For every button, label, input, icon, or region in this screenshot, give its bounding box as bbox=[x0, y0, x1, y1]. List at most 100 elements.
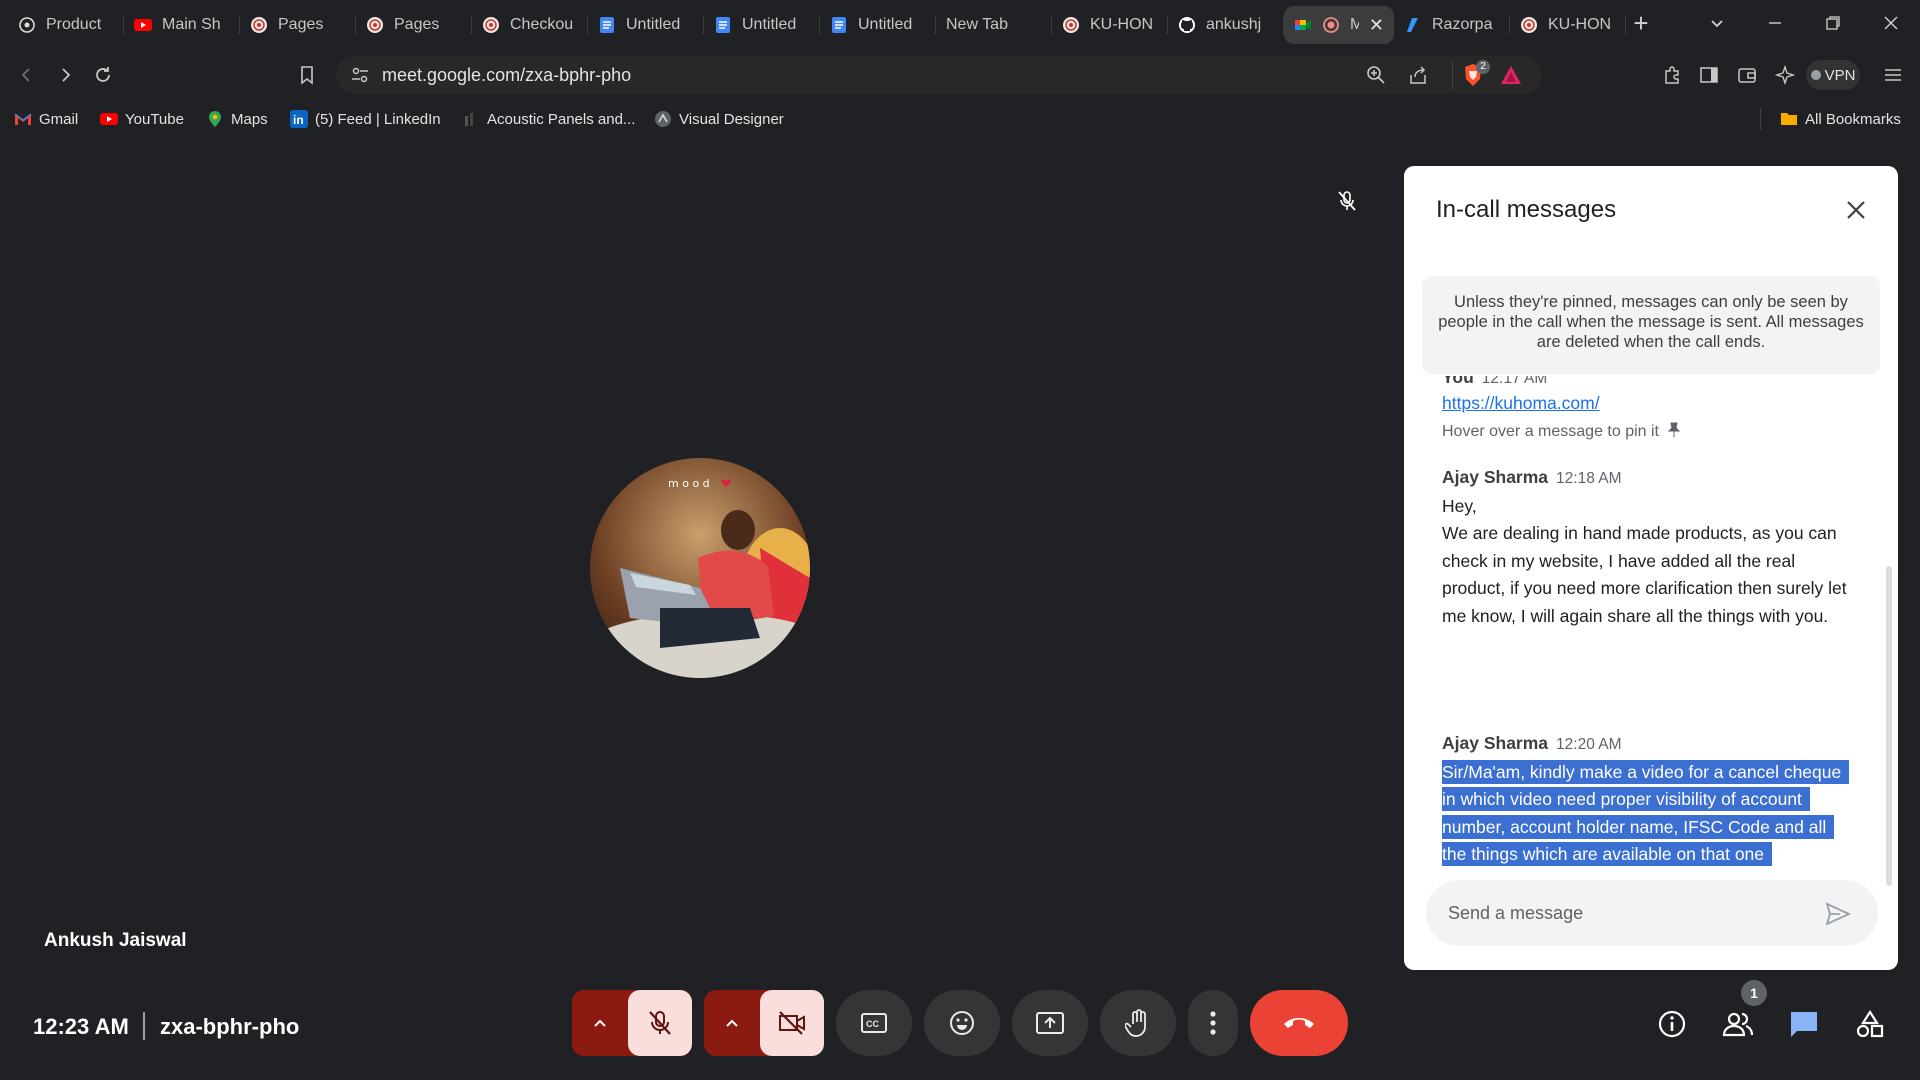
vpn-label: VPN bbox=[1824, 66, 1856, 84]
message-group: Ajay Sharma 12:18 AM Hey, We are dealing … bbox=[1442, 464, 1862, 630]
tab[interactable]: Pages bbox=[240, 6, 356, 44]
menu-button[interactable] bbox=[1880, 62, 1906, 88]
site-icon bbox=[655, 111, 671, 127]
bookmark-gmail[interactable]: Gmail bbox=[14, 109, 78, 129]
browser-tab-strip: Product Main Sh Pages Pages Checkou Untitled U… bbox=[0, 0, 1920, 50]
in-call-messages-panel: In-call messages Unless they're pinned, … bbox=[1404, 166, 1898, 970]
tab[interactable]: Main Sh bbox=[124, 6, 240, 44]
bookmark-acoustic-panels[interactable]: Acoustic Panels and... bbox=[462, 109, 635, 129]
info-icon bbox=[1658, 1010, 1686, 1038]
message-text-selected: Sir/Ma'am, kindly make a video for a can… bbox=[1442, 759, 1850, 866]
present-screen-button[interactable] bbox=[1012, 990, 1088, 1056]
pin-hint-row: Hover over a message to pin it bbox=[1442, 417, 1862, 446]
microphone-toggle-button[interactable] bbox=[628, 990, 692, 1056]
bookmark-youtube[interactable]: YouTube bbox=[100, 109, 184, 129]
tab[interactable]: KU-HON bbox=[1510, 6, 1626, 44]
razorpay-icon bbox=[1407, 18, 1418, 32]
activities-button[interactable] bbox=[1850, 1004, 1890, 1044]
muted-mic-icon bbox=[1338, 191, 1356, 211]
send-icon[interactable] bbox=[1824, 900, 1852, 928]
sidebar-button[interactable] bbox=[1696, 62, 1722, 88]
reactions-button[interactable] bbox=[924, 990, 1000, 1056]
site-settings-icon[interactable] bbox=[350, 65, 370, 85]
bookmark-maps[interactable]: Maps bbox=[206, 109, 268, 129]
brave-rewards-icon[interactable] bbox=[1500, 65, 1522, 85]
tab[interactable]: Untitled bbox=[588, 6, 704, 44]
tab[interactable]: KU-HON bbox=[1052, 6, 1168, 44]
raise-hand-button[interactable] bbox=[1100, 990, 1176, 1056]
chat-scrollbar[interactable] bbox=[1886, 566, 1892, 886]
share-icon[interactable] bbox=[1408, 65, 1428, 85]
tab-search-button[interactable] bbox=[1688, 0, 1746, 46]
close-tab-button[interactable]: ✕ bbox=[1369, 15, 1384, 36]
tab-title: Untitled bbox=[626, 16, 681, 33]
close-chat-button[interactable] bbox=[1840, 194, 1872, 226]
audio-options-button[interactable] bbox=[572, 990, 628, 1056]
send-message-input[interactable] bbox=[1448, 898, 1798, 928]
video-options-button[interactable] bbox=[704, 990, 760, 1056]
reload-button[interactable] bbox=[90, 62, 116, 88]
captions-button[interactable]: CC bbox=[836, 990, 912, 1056]
message-list: You 12:17 AM https://kuhoma.com/ Hover ov… bbox=[1404, 376, 1898, 866]
tab[interactable]: New Tab bbox=[936, 6, 1052, 44]
tab-title: New Tab bbox=[946, 16, 1008, 33]
openai-icon bbox=[19, 17, 35, 33]
vpn-status-dot bbox=[1810, 70, 1821, 80]
tab[interactable]: Product bbox=[8, 6, 124, 44]
tab-title: Untitled bbox=[742, 16, 797, 33]
tab[interactable]: Untitled bbox=[820, 6, 936, 44]
youtube-icon bbox=[100, 113, 118, 125]
meeting-details-button[interactable] bbox=[1652, 1004, 1692, 1044]
wallet-button[interactable] bbox=[1734, 62, 1760, 88]
pin-icon[interactable] bbox=[1667, 422, 1680, 438]
site-icon bbox=[483, 17, 499, 33]
sparkle-icon bbox=[1775, 65, 1795, 85]
meeting-code: zxa-bphr-pho bbox=[160, 1014, 300, 1039]
vpn-button[interactable]: VPN bbox=[1806, 60, 1860, 90]
bookmark-page-button[interactable] bbox=[294, 62, 320, 88]
chat-button[interactable] bbox=[1784, 1004, 1824, 1044]
message-text: Hey, bbox=[1442, 495, 1477, 516]
tab[interactable]: Pages bbox=[356, 6, 472, 44]
tab-title: Product bbox=[46, 16, 102, 33]
close-window-button[interactable] bbox=[1862, 0, 1920, 46]
all-bookmarks-button[interactable]: All Bookmarks bbox=[1780, 109, 1901, 129]
closed-captions-icon: CC bbox=[861, 1013, 887, 1033]
tab[interactable]: ankushj bbox=[1168, 6, 1284, 44]
google-docs-icon bbox=[832, 17, 846, 33]
chat-panel-title: In-call messages bbox=[1436, 196, 1617, 223]
forward-button[interactable] bbox=[52, 62, 78, 88]
chevron-up-icon bbox=[726, 1019, 738, 1027]
raise-hand-icon bbox=[1125, 1009, 1146, 1037]
message-composer bbox=[1426, 880, 1878, 946]
tab-title: Untitled bbox=[858, 16, 913, 33]
camera-off-icon bbox=[779, 1011, 805, 1035]
more-options-button[interactable] bbox=[1188, 990, 1238, 1056]
leave-call-button[interactable] bbox=[1250, 990, 1348, 1056]
tab[interactable]: Razorpa bbox=[1394, 6, 1510, 44]
message-sender: Ajay Sharma bbox=[1442, 733, 1549, 753]
pin-hint: Hover over a message to pin it bbox=[1442, 423, 1659, 440]
camera-toggle-button[interactable] bbox=[760, 990, 824, 1056]
new-tab-button[interactable]: + bbox=[1626, 8, 1656, 40]
minimize-button[interactable] bbox=[1746, 0, 1804, 46]
bookmark-visual-designer[interactable]: Visual Designer bbox=[654, 109, 784, 129]
leo-ai-button[interactable] bbox=[1772, 62, 1798, 88]
tab-list: Product Main Sh Pages Pages Checkou Untitled U… bbox=[8, 6, 1626, 44]
folder-icon bbox=[1781, 113, 1797, 125]
people-button[interactable] bbox=[1718, 1004, 1758, 1044]
restore-button[interactable] bbox=[1804, 0, 1862, 46]
site-icon bbox=[367, 17, 383, 33]
address-bar[interactable]: meet.google.com/zxa-bphr-pho 2 bbox=[336, 56, 1542, 94]
extensions-button[interactable] bbox=[1660, 62, 1686, 88]
browser-toolbar: meet.google.com/zxa-bphr-pho 2 VPN bbox=[0, 50, 1920, 100]
tab[interactable]: Untitled bbox=[704, 6, 820, 44]
zoom-icon[interactable] bbox=[1366, 65, 1386, 85]
message-link[interactable]: https://kuhoma.com/ bbox=[1442, 393, 1600, 413]
tab[interactable]: Checkou bbox=[472, 6, 588, 44]
emoji-icon bbox=[950, 1011, 974, 1035]
back-button[interactable] bbox=[14, 62, 40, 88]
message-sender: You bbox=[1442, 376, 1474, 387]
bookmark-linkedin[interactable]: in (5) Feed | LinkedIn bbox=[290, 109, 441, 129]
tab-active[interactable]: M ✕ bbox=[1284, 6, 1394, 44]
